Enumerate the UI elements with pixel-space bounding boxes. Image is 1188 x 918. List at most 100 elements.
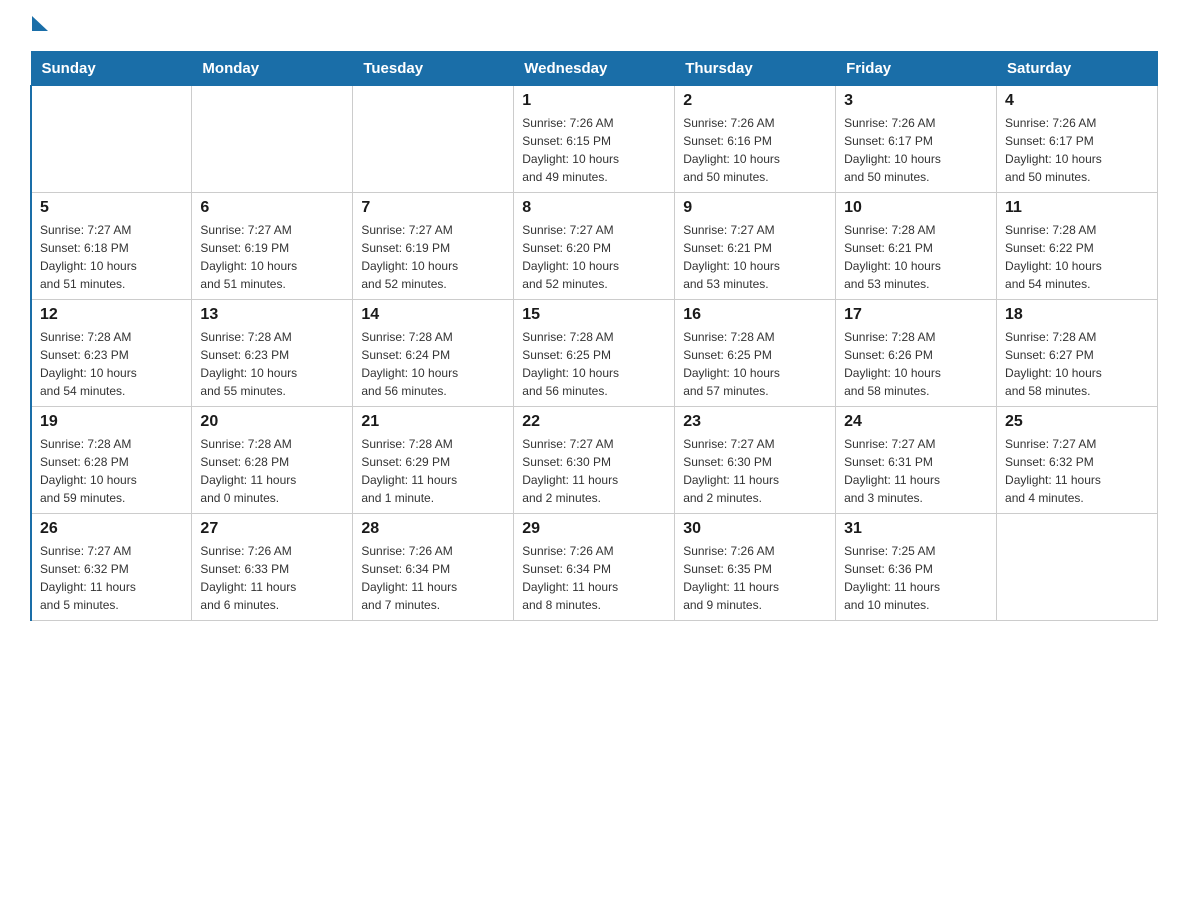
calendar-week-row: 19 Sunrise: 7:28 AM Sunset: 6:28 PM Dayli… [31,407,1158,514]
calendar-cell: 18 Sunrise: 7:28 AM Sunset: 6:27 PM Dayli… [997,300,1158,407]
calendar-cell: 14Sunrise: 7:28 AM Sunset: 6:24 PM Dayli… [353,300,514,407]
day-info: Sunrise: 7:25 AM Sunset: 6:36 PM Dayligh… [844,542,988,614]
calendar-cell: 12Sunrise: 7:28 AM Sunset: 6:23 PM Dayli… [31,300,192,407]
day-number: 9 [683,199,827,217]
calendar-cell: 28Sunrise: 7:26 AM Sunset: 6:34 PM Dayli… [353,514,514,621]
calendar-cell [997,514,1158,621]
day-number: 26 [40,520,183,538]
day-info: Sunrise: 7:28 AM Sunset: 6:24 PM Dayligh… [361,328,505,400]
day-info: Sunrise: 7:27 AM Sunset: 6:32 PM Dayligh… [1005,435,1149,507]
day-info: Sunrise: 7:27 AM Sunset: 6:31 PM Dayligh… [844,435,988,507]
calendar-cell: 4 Sunrise: 7:26 AM Sunset: 6:17 PM Daylig… [997,86,1158,193]
day-number: 1 [522,92,666,110]
day-number: 17 [844,306,988,324]
calendar-table: SundayMondayTuesdayWednesdayThursdayFrid… [30,51,1158,621]
calendar-cell: 8 Sunrise: 7:27 AM Sunset: 6:20 PM Daylig… [514,193,675,300]
day-number: 15 [522,306,666,324]
day-number: 25 [1005,413,1149,431]
day-info: Sunrise: 7:28 AM Sunset: 6:22 PM Dayligh… [1005,221,1149,293]
day-number: 27 [200,520,344,538]
calendar-header-row: SundayMondayTuesdayWednesdayThursdayFrid… [31,52,1158,86]
day-info: Sunrise: 7:27 AM Sunset: 6:19 PM Dayligh… [200,221,344,293]
calendar-cell [31,86,192,193]
day-number: 10 [844,199,988,217]
calendar-cell: 6Sunrise: 7:27 AM Sunset: 6:19 PM Daylig… [192,193,353,300]
calendar-cell: 24Sunrise: 7:27 AM Sunset: 6:31 PM Dayli… [836,407,997,514]
day-number: 20 [200,413,344,431]
day-number: 4 [1005,92,1149,110]
day-number: 23 [683,413,827,431]
day-info: Sunrise: 7:28 AM Sunset: 6:23 PM Dayligh… [200,328,344,400]
calendar-cell: 15 Sunrise: 7:28 AM Sunset: 6:25 PM Dayli… [514,300,675,407]
calendar-cell: 31 Sunrise: 7:25 AM Sunset: 6:36 PM Dayli… [836,514,997,621]
calendar-cell: 2 Sunrise: 7:26 AM Sunset: 6:16 PM Daylig… [675,86,836,193]
day-info: Sunrise: 7:26 AM Sunset: 6:34 PM Dayligh… [361,542,505,614]
logo-arrow-icon [32,16,48,31]
day-number: 2 [683,92,827,110]
day-header-sunday: Sunday [31,52,192,86]
day-number: 22 [522,413,666,431]
day-info: Sunrise: 7:28 AM Sunset: 6:25 PM Dayligh… [683,328,827,400]
day-number: 7 [361,199,505,217]
calendar-cell: 1 Sunrise: 7:26 AM Sunset: 6:15 PM Daylig… [514,86,675,193]
day-info: Sunrise: 7:27 AM Sunset: 6:32 PM Dayligh… [40,542,183,614]
logo [30,20,68,31]
calendar-cell: 10 Sunrise: 7:28 AM Sunset: 6:21 PM Dayli… [836,193,997,300]
day-info: Sunrise: 7:26 AM Sunset: 6:17 PM Dayligh… [1005,114,1149,186]
day-info: Sunrise: 7:28 AM Sunset: 6:21 PM Dayligh… [844,221,988,293]
day-info: Sunrise: 7:28 AM Sunset: 6:26 PM Dayligh… [844,328,988,400]
day-info: Sunrise: 7:28 AM Sunset: 6:28 PM Dayligh… [40,435,183,507]
calendar-week-row: 1 Sunrise: 7:26 AM Sunset: 6:15 PM Daylig… [31,86,1158,193]
calendar-cell: 30 Sunrise: 7:26 AM Sunset: 6:35 PM Dayli… [675,514,836,621]
day-number: 5 [40,199,183,217]
day-header-wednesday: Wednesday [514,52,675,86]
day-header-tuesday: Tuesday [353,52,514,86]
day-number: 8 [522,199,666,217]
day-info: Sunrise: 7:26 AM Sunset: 6:16 PM Dayligh… [683,114,827,186]
calendar-week-row: 5 Sunrise: 7:27 AM Sunset: 6:18 PM Daylig… [31,193,1158,300]
calendar-cell: 7 Sunrise: 7:27 AM Sunset: 6:19 PM Daylig… [353,193,514,300]
day-info: Sunrise: 7:26 AM Sunset: 6:35 PM Dayligh… [683,542,827,614]
calendar-cell: 27 Sunrise: 7:26 AM Sunset: 6:33 PM Dayli… [192,514,353,621]
calendar-cell: 5 Sunrise: 7:27 AM Sunset: 6:18 PM Daylig… [31,193,192,300]
calendar-cell: 29 Sunrise: 7:26 AM Sunset: 6:34 PM Dayli… [514,514,675,621]
day-info: Sunrise: 7:28 AM Sunset: 6:25 PM Dayligh… [522,328,666,400]
day-info: Sunrise: 7:28 AM Sunset: 6:23 PM Dayligh… [40,328,183,400]
day-number: 31 [844,520,988,538]
day-number: 11 [1005,199,1149,217]
day-info: Sunrise: 7:28 AM Sunset: 6:27 PM Dayligh… [1005,328,1149,400]
calendar-cell: 23 Sunrise: 7:27 AM Sunset: 6:30 PM Dayli… [675,407,836,514]
day-info: Sunrise: 7:27 AM Sunset: 6:30 PM Dayligh… [683,435,827,507]
day-number: 13 [200,306,344,324]
day-number: 29 [522,520,666,538]
calendar-week-row: 12Sunrise: 7:28 AM Sunset: 6:23 PM Dayli… [31,300,1158,407]
calendar-cell: 16 Sunrise: 7:28 AM Sunset: 6:25 PM Dayli… [675,300,836,407]
day-header-saturday: Saturday [997,52,1158,86]
day-info: Sunrise: 7:26 AM Sunset: 6:17 PM Dayligh… [844,114,988,186]
day-number: 16 [683,306,827,324]
day-info: Sunrise: 7:27 AM Sunset: 6:19 PM Dayligh… [361,221,505,293]
calendar-cell: 17 Sunrise: 7:28 AM Sunset: 6:26 PM Dayli… [836,300,997,407]
day-number: 3 [844,92,988,110]
calendar-cell: 22 Sunrise: 7:27 AM Sunset: 6:30 PM Dayli… [514,407,675,514]
day-info: Sunrise: 7:26 AM Sunset: 6:34 PM Dayligh… [522,542,666,614]
day-info: Sunrise: 7:26 AM Sunset: 6:33 PM Dayligh… [200,542,344,614]
day-info: Sunrise: 7:28 AM Sunset: 6:28 PM Dayligh… [200,435,344,507]
calendar-cell: 26 Sunrise: 7:27 AM Sunset: 6:32 PM Dayli… [31,514,192,621]
day-info: Sunrise: 7:27 AM Sunset: 6:20 PM Dayligh… [522,221,666,293]
day-number: 18 [1005,306,1149,324]
day-header-friday: Friday [836,52,997,86]
page-header [30,20,1158,31]
day-info: Sunrise: 7:27 AM Sunset: 6:21 PM Dayligh… [683,221,827,293]
day-info: Sunrise: 7:28 AM Sunset: 6:29 PM Dayligh… [361,435,505,507]
calendar-cell [353,86,514,193]
day-header-monday: Monday [192,52,353,86]
calendar-cell [192,86,353,193]
day-number: 30 [683,520,827,538]
calendar-cell: 25 Sunrise: 7:27 AM Sunset: 6:32 PM Dayli… [997,407,1158,514]
day-info: Sunrise: 7:27 AM Sunset: 6:18 PM Dayligh… [40,221,183,293]
day-header-thursday: Thursday [675,52,836,86]
day-number: 19 [40,413,183,431]
day-info: Sunrise: 7:27 AM Sunset: 6:30 PM Dayligh… [522,435,666,507]
day-info: Sunrise: 7:26 AM Sunset: 6:15 PM Dayligh… [522,114,666,186]
